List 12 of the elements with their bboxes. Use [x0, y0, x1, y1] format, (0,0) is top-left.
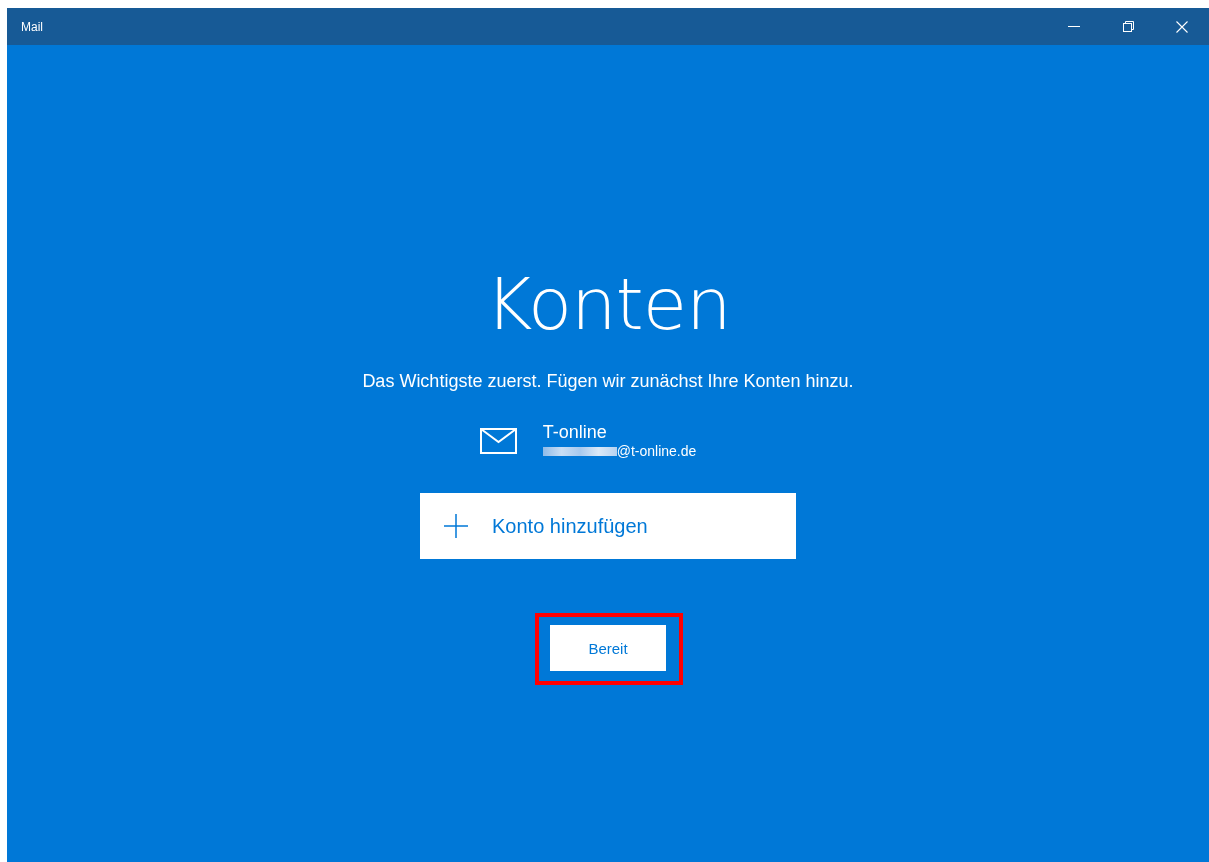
plus-icon — [444, 514, 468, 538]
restore-icon — [1122, 21, 1134, 32]
page-heading: Konten — [485, 261, 731, 348]
minimize-icon — [1068, 25, 1080, 28]
envelope-icon — [479, 427, 517, 454]
add-account-button[interactable]: Konto hinzufügen — [420, 493, 796, 559]
close-icon — [1176, 20, 1188, 33]
subtitle: Das Wichtigste zuerst. Fügen wir zunächst Ihre Konten hinzu. — [362, 371, 854, 392]
account-email: @t-online.de — [616, 443, 697, 459]
window-title: Mail — [21, 19, 43, 34]
done-button[interactable]: Bereit — [550, 625, 666, 671]
account-name: T-online — [542, 422, 608, 443]
